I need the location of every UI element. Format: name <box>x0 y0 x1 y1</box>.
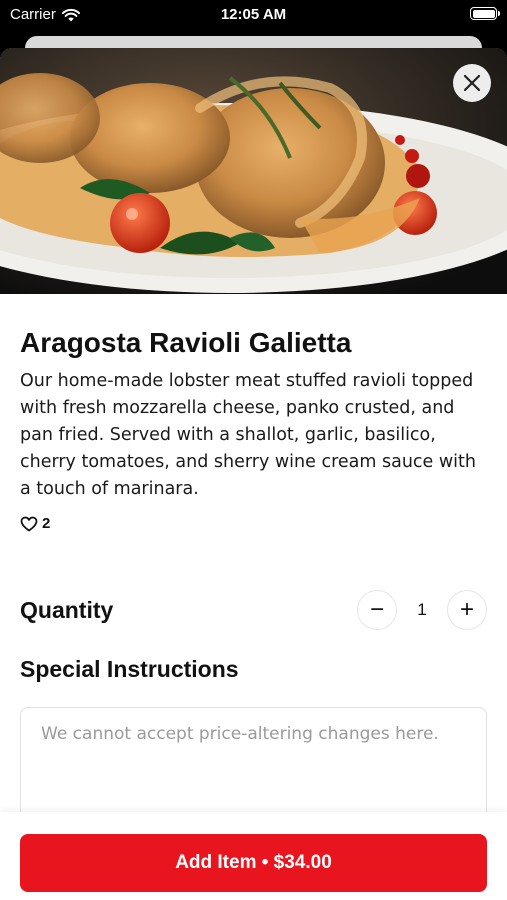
clock: 12:05 AM <box>220 6 287 23</box>
quantity-value: 1 <box>417 600 427 619</box>
item-title: Aragosta Ravioli Galietta <box>20 327 352 358</box>
minus-icon: − <box>369 596 384 623</box>
food-photo <box>0 48 507 294</box>
quantity-label: Quantity <box>20 596 114 623</box>
battery-icon <box>470 7 500 20</box>
add-item-button[interactable]: Add Item • $34.00 <box>20 834 487 892</box>
close-icon <box>463 74 481 92</box>
decrease-quantity-button[interactable]: − <box>357 590 397 630</box>
add-item-label: Add Item • $34.00 <box>175 852 332 873</box>
close-button[interactable] <box>453 64 491 102</box>
status-bar: Carrier 12:05 AM <box>0 0 507 30</box>
item-info: Aragosta Ravioli Galietta Our home-made … <box>20 326 487 532</box>
special-instructions-label: Special Instructions <box>20 656 239 682</box>
item-detail-sheet: Aragosta Ravioli Galietta Our home-made … <box>0 48 507 900</box>
quantity-stepper: − 1 + <box>357 590 487 630</box>
increase-quantity-button[interactable]: + <box>447 590 487 630</box>
footer-bar: Add Item • $34.00 <box>0 812 507 900</box>
quantity-row: Quantity − 1 + <box>20 588 487 632</box>
plus-icon: + <box>459 596 474 623</box>
likes-count: 2 <box>42 515 51 532</box>
likes-counter[interactable]: 2 <box>20 515 487 532</box>
item-description: Our home-made lobster meat stuffed ravio… <box>20 371 476 499</box>
heart-icon <box>20 516 38 532</box>
